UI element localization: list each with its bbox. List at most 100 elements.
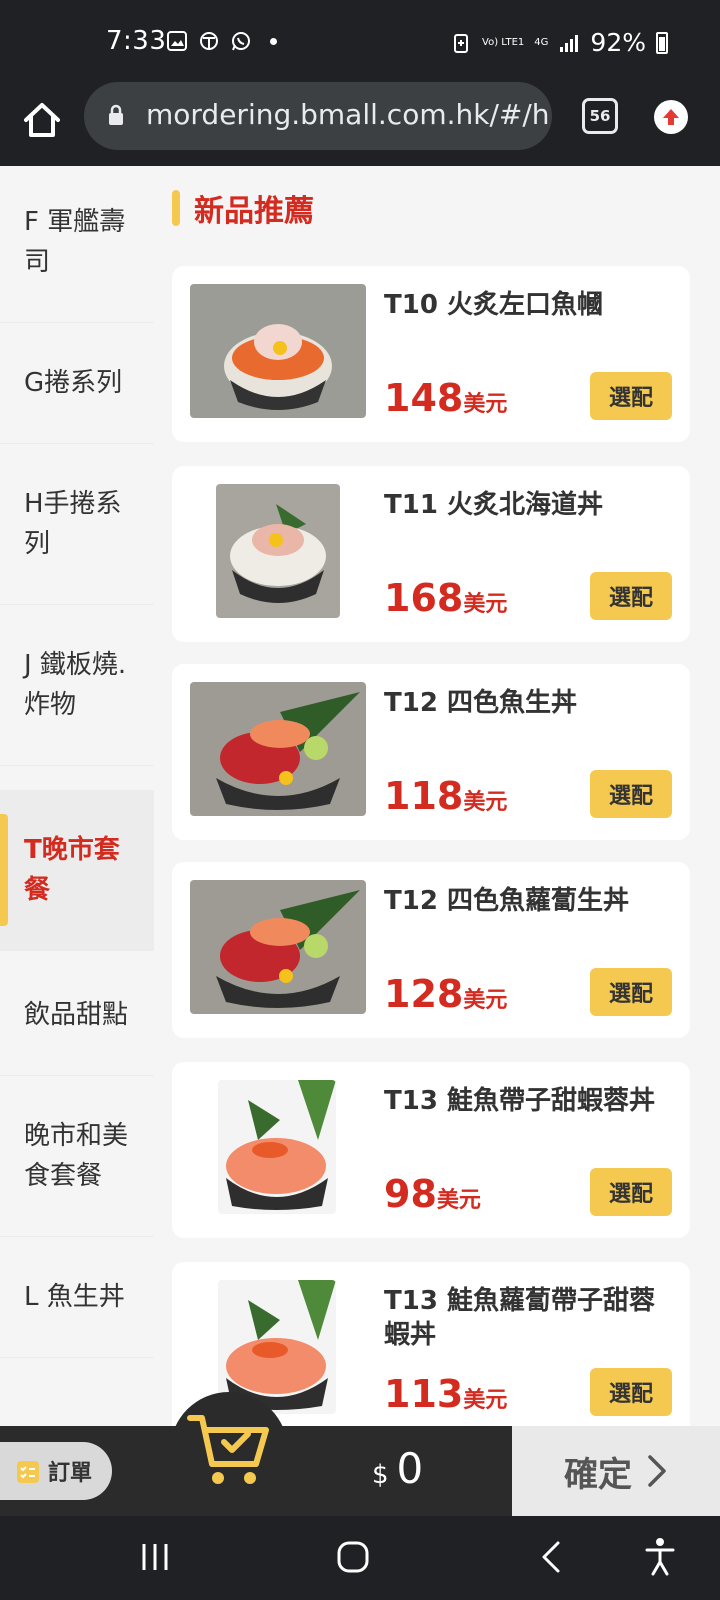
notification-icons: [166, 30, 277, 52]
product-price: 118美元: [384, 774, 507, 818]
status-right: Vo) LTE1 4G 92%: [450, 28, 668, 57]
gallery-icon: [167, 31, 187, 51]
confirm-button[interactable]: 確定: [512, 1426, 720, 1516]
product-card[interactable]: T11 火炙北海道丼 168美元 選配: [172, 466, 690, 642]
volte-label: Vo) LTE1: [482, 36, 525, 48]
category-item-active[interactable]: T晚市套餐: [0, 790, 154, 951]
section-accent-bar: [172, 190, 180, 226]
price-unit: 美元: [463, 988, 508, 1013]
cart-icon: [187, 1415, 269, 1484]
order-label: 訂單: [48, 1461, 93, 1486]
price-value: 113: [384, 1372, 464, 1416]
product-name: T13 鮭魚蘿蔔帶子甜蓉蝦丼: [384, 1286, 655, 1350]
accessibility-icon[interactable]: [644, 1536, 676, 1576]
product-card[interactable]: T13 鮭魚帶子甜蝦蓉丼 98美元 選配: [172, 1062, 690, 1238]
network-gen-label: 4G: [534, 36, 549, 48]
select-options-button[interactable]: 選配: [590, 770, 672, 818]
product-image: [190, 682, 366, 816]
category-item[interactable]: H手捲系列: [0, 444, 154, 605]
price-value: 128: [384, 972, 464, 1016]
product-card[interactable]: T10 火炙左口魚幗 148美元 選配: [172, 266, 690, 442]
category-label: 晚市和美食套餐: [24, 1121, 129, 1191]
category-item[interactable]: 晚市和美食套餐: [0, 1076, 154, 1237]
status-bar: 7:33 Vo) LTE1 4G 92%: [0, 0, 720, 82]
category-sidebar: F 軍艦壽司 G捲系列 H手捲系列 J 鐵板燒.炸物 T晚市套餐 飲品甜點 晚市…: [0, 166, 154, 1426]
home-icon[interactable]: [20, 98, 64, 142]
battery-saver-icon: [454, 33, 469, 53]
product-card[interactable]: T12 四色魚生丼 118美元 選配: [172, 664, 690, 840]
category-item[interactable]: G捲系列: [0, 323, 154, 444]
recent-apps-icon[interactable]: [140, 1540, 170, 1574]
cart-button[interactable]: [170, 1392, 288, 1510]
product-list: 新品推薦 T10 火炙左口魚幗 148美元 選配 T11 火炙北海道丼 168美…: [154, 166, 720, 1426]
product-price: 128美元: [384, 972, 507, 1016]
order-button[interactable]: 訂單: [0, 1442, 112, 1500]
home-nav-icon[interactable]: [336, 1540, 370, 1574]
category-label: 飲品甜點: [24, 1000, 129, 1030]
category-item[interactable]: 飲品甜點: [0, 951, 154, 1076]
product-image: [190, 284, 366, 418]
total-amount: 0: [396, 1444, 424, 1493]
back-icon[interactable]: [540, 1540, 562, 1574]
news-icon: [200, 32, 218, 50]
price-value: 118: [384, 774, 464, 818]
price-unit: 美元: [463, 1388, 508, 1413]
category-label: G捲系列: [24, 368, 123, 398]
category-item[interactable]: L 魚生丼: [0, 1237, 154, 1358]
category-label: H手捲系列: [24, 489, 122, 559]
address-bar[interactable]: mordering.bmall.com.hk/#/h: [84, 82, 552, 150]
cart-total: $ 0: [372, 1444, 423, 1493]
category-label: L 魚生丼: [24, 1282, 125, 1312]
category-item[interactable]: J 鐵板燒.炸物: [0, 605, 154, 766]
price-unit: 美元: [436, 1188, 481, 1213]
arrow-up-icon: [663, 109, 679, 125]
product-price: 168美元: [384, 576, 507, 620]
product-name: T10 火炙左口魚幗: [384, 290, 603, 320]
battery-percent: 92%: [590, 28, 646, 57]
product-price: 98美元: [384, 1172, 481, 1216]
more-notifications-dot: [270, 37, 277, 45]
browser-toolbar: mordering.bmall.com.hk/#/h 56: [0, 82, 720, 166]
price-value: 148: [384, 376, 464, 420]
select-options-button[interactable]: 選配: [590, 1368, 672, 1416]
price-unit: 美元: [463, 592, 508, 617]
phone-screen: 7:33 Vo) LTE1 4G 92% mordering.bmall.com…: [0, 0, 720, 1600]
select-options-button[interactable]: 選配: [590, 372, 672, 420]
currency-symbol: $: [372, 1460, 389, 1490]
product-name: T13 鮭魚帶子甜蝦蓉丼: [384, 1086, 655, 1116]
product-price: 113美元: [384, 1372, 507, 1416]
product-image: [190, 880, 366, 1014]
price-value: 98: [384, 1172, 437, 1216]
status-time: 7:33: [106, 26, 167, 56]
section-title: 新品推薦: [194, 194, 314, 229]
product-name: T12 四色魚生丼: [384, 688, 577, 718]
product-name: T11 火炙北海道丼: [384, 490, 603, 520]
category-label: F 軍艦壽司: [24, 207, 126, 277]
product-card[interactable]: T12 四色魚蘿蔔生丼 128美元 選配: [172, 862, 690, 1038]
whatsapp-icon: [232, 32, 250, 51]
price-unit: 美元: [463, 392, 508, 417]
select-options-button[interactable]: 選配: [590, 968, 672, 1016]
cart-bar: 訂單 $ 0 確定: [0, 1392, 720, 1516]
sidebar-spacer: [0, 766, 154, 790]
select-options-button[interactable]: 選配: [590, 1168, 672, 1216]
clipboard-icon: [17, 1461, 39, 1483]
confirm-label: 確定: [564, 1454, 632, 1495]
system-nav-bar: [0, 1516, 720, 1600]
signal-icon: [560, 34, 579, 52]
price-unit: 美元: [463, 790, 508, 815]
url-text: mordering.bmall.com.hk/#/h: [146, 98, 550, 131]
category-label: J 鐵板燒.炸物: [24, 650, 127, 720]
product-image: [218, 1080, 336, 1214]
product-name: T12 四色魚蘿蔔生丼: [384, 886, 629, 916]
lock-icon: [109, 104, 123, 125]
chevron-right-icon: [648, 1455, 666, 1487]
product-price: 148美元: [384, 376, 507, 420]
tab-switcher-button[interactable]: 56: [582, 98, 618, 134]
category-item[interactable]: F 軍艦壽司: [0, 166, 154, 323]
price-value: 168: [384, 576, 464, 620]
category-label: T晚市套餐: [24, 835, 120, 905]
product-image: [216, 484, 340, 618]
select-options-button[interactable]: 選配: [590, 572, 672, 620]
update-button[interactable]: [654, 100, 688, 134]
